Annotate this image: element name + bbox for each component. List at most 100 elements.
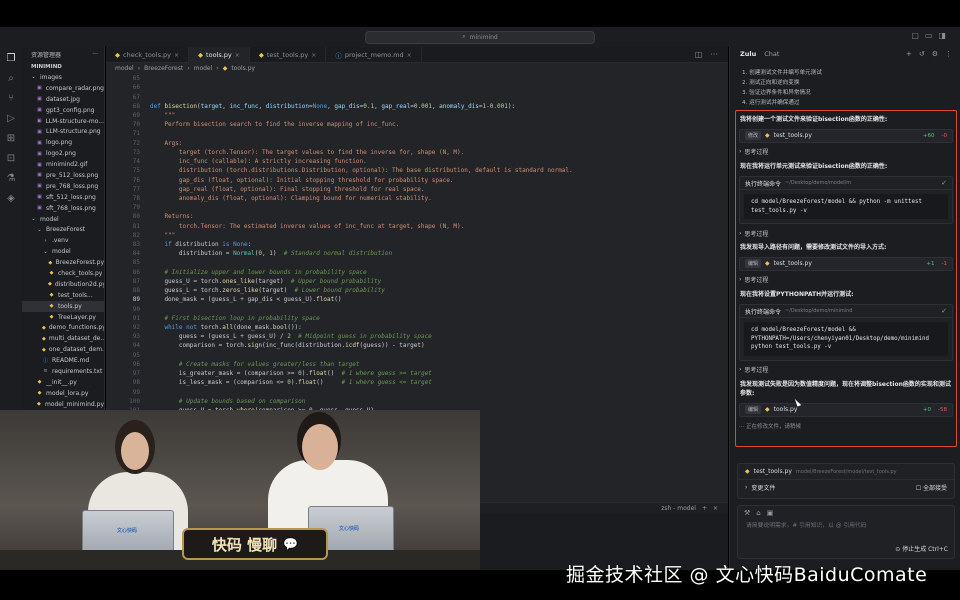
code-line[interactable]: 88 guess_L = torch.zeros_like(target) # …: [106, 286, 728, 295]
file-item[interactable]: ◆ model_lora.py: [22, 388, 104, 399]
tab-project-memo-md[interactable]: ⓘ project_memo.md ×: [326, 47, 422, 63]
code-line[interactable]: 69 """: [106, 111, 728, 120]
code-line[interactable]: 83 if distribution is None:: [106, 240, 728, 249]
file-item[interactable]: ▣ LLM-structure-mo...: [22, 116, 104, 127]
code-line[interactable]: 77 gap_real (float, optional): Final sto…: [106, 185, 728, 194]
file-item[interactable]: ≡ requirements.txt: [22, 366, 104, 377]
run-debug-icon[interactable]: ▷: [7, 113, 15, 124]
code-line[interactable]: 89 done_mask = (guess_L + gap_dis < gues…: [106, 295, 728, 304]
file-item[interactable]: ⓘ README.md: [22, 355, 104, 366]
code-line[interactable]: 76 gap_dis (float, optional): Initial st…: [106, 175, 728, 184]
code-line[interactable]: 94 comparison = torch.sign(inc_func(dist…: [106, 341, 728, 350]
file-item[interactable]: ◆ distribution2d.py: [22, 279, 104, 290]
source-control-icon[interactable]: ⑂: [8, 93, 14, 104]
file-item[interactable]: ▣ sft_512_loss.png: [22, 192, 104, 203]
code-line[interactable]: 100 # Update bounds based on comparison: [106, 397, 728, 406]
code-line[interactable]: 68 def bisection(target, inc_func, distri…: [106, 102, 728, 111]
stop-generation-button[interactable]: ⊙ 停止生成 Ctrl+C: [895, 544, 948, 553]
code-line[interactable]: 66: [106, 83, 728, 92]
close-tab-icon[interactable]: ×: [311, 52, 316, 59]
command-search-box[interactable]: ⌕ minimind: [365, 30, 595, 44]
code-line[interactable]: 72 Args:: [106, 139, 728, 148]
file-item[interactable]: ▣ compare_radar.png: [22, 83, 104, 94]
breadcrumb-item[interactable]: BreezeForest: [144, 65, 183, 72]
code-line[interactable]: 78 anomaly_dis (float, optional): Clampi…: [106, 194, 728, 203]
code-line[interactable]: 99: [106, 387, 728, 396]
breadcrumb-item[interactable]: model: [115, 65, 134, 72]
thinking-toggle[interactable]: › 思考过程: [739, 364, 953, 376]
folder-item[interactable]: ⌄ model: [22, 246, 104, 257]
code-line[interactable]: 91 # First bisection loop in probability…: [106, 314, 728, 323]
toggle-secondary-sidebar-icon[interactable]: ◨: [938, 31, 946, 40]
tab-tools-py[interactable]: ◆ tools.py ×: [189, 47, 250, 63]
file-item[interactable]: ◆ one_dataset_dem...: [22, 344, 104, 355]
code-line[interactable]: 67: [106, 92, 728, 101]
code-line[interactable]: 81 torch.Tensor: The estimated inverse v…: [106, 222, 728, 231]
code-line[interactable]: 82 """: [106, 231, 728, 240]
close-tab-icon[interactable]: ×: [174, 52, 179, 59]
code-line[interactable]: 84 distribution = Normal(0, 1) # Standar…: [106, 249, 728, 258]
file-item[interactable]: ▣ gpt3_config.png: [22, 105, 104, 116]
comate-icon[interactable]: ◈: [7, 193, 15, 204]
folder-item[interactable]: ⌄ model: [22, 214, 104, 225]
file-item[interactable]: ◆ model_minimind.py: [22, 399, 104, 410]
chat-input-box[interactable]: ⚒ ⌂ ▣ 请简要说明需求，# 引用知识，以 @ 引用代码 ⊙ 停止生成 Ctr…: [737, 505, 955, 559]
code-line[interactable]: 93 guess = (guess_L + guess_U) / 2 # Mid…: [106, 332, 728, 341]
file-item[interactable]: ▣ dataset.jpg: [22, 94, 104, 105]
more-icon[interactable]: ⋮: [945, 50, 952, 58]
file-item[interactable]: ▣ minimind2.gif: [22, 159, 104, 170]
accept-all-button[interactable]: ☐ 全部接受: [916, 483, 947, 492]
code-line[interactable]: 97 is_greater_mask = (comparison >= 0).f…: [106, 369, 728, 378]
more-icon[interactable]: ···: [710, 50, 718, 59]
toggle-panel-icon[interactable]: ▭: [925, 31, 933, 40]
split-editor-icon[interactable]: ◫: [695, 50, 703, 59]
history-icon[interactable]: ↺: [919, 50, 925, 58]
terminal-shell-label[interactable]: zsh - model: [661, 505, 696, 512]
file-item[interactable]: ▣ pre_512_loss.png: [22, 170, 104, 181]
new-chat-icon[interactable]: +: [906, 50, 912, 58]
file-item[interactable]: ◆ demo_functions.py: [22, 322, 104, 333]
tab-test-tools-py[interactable]: ◆ test_tools.py ×: [250, 47, 327, 63]
code-line[interactable]: 96 # Create masks for values greater/les…: [106, 360, 728, 369]
tab-chat[interactable]: Chat: [764, 50, 779, 58]
file-item[interactable]: ◆ BreezeForest.py: [22, 257, 104, 268]
file-item[interactable]: ◆ multi_dataset_de...: [22, 333, 104, 344]
code-line[interactable]: 70 Perform bisection search to find the …: [106, 120, 728, 129]
testing-icon[interactable]: ⚗: [7, 173, 16, 184]
code-line[interactable]: 74 inc_func (callable): A strictly incre…: [106, 157, 728, 166]
code-line[interactable]: 79: [106, 203, 728, 212]
code-line[interactable]: 90: [106, 304, 728, 313]
folder-item[interactable]: › .venv: [22, 235, 104, 246]
close-tab-icon[interactable]: ×: [235, 52, 240, 59]
search-view-icon[interactable]: ⌕: [8, 73, 14, 84]
close-tab-icon[interactable]: ×: [407, 52, 412, 59]
folder-item[interactable]: ⌄ images: [22, 72, 104, 83]
file-item[interactable]: ▣ LLM-structure.png: [22, 126, 104, 137]
code-line[interactable]: 75 distribution (torch.distributions.Dis…: [106, 166, 728, 175]
explorer-icon[interactable]: ❐: [7, 53, 16, 64]
file-change-card[interactable]: 修改 ◆ test_tools.py +60 -0: [739, 128, 953, 143]
code-line[interactable]: 95: [106, 351, 728, 360]
code-line[interactable]: 86 # Initialize upper and lower bounds i…: [106, 268, 728, 277]
file-item[interactable]: ◆ tools.py: [22, 300, 104, 312]
code-line[interactable]: 92 while not torch.all(done_mask.bool())…: [106, 323, 728, 332]
file-item[interactable]: ▣ logo.png: [22, 137, 104, 148]
breadcrumb-item[interactable]: model: [194, 65, 213, 72]
code-line[interactable]: 85: [106, 258, 728, 267]
code-line[interactable]: 71: [106, 129, 728, 138]
wrench-icon[interactable]: ⚒: [744, 509, 750, 517]
code-line[interactable]: 98 is_less_mask = (comparison <= 0).floa…: [106, 378, 728, 387]
code-line[interactable]: 80 Returns:: [106, 212, 728, 221]
file-item[interactable]: ◆ test_tools...: [22, 290, 104, 301]
breadcrumb-item[interactable]: tools.py: [231, 65, 255, 72]
add-terminal-icon[interactable]: +: [702, 505, 707, 512]
tab-check-tools-py[interactable]: ◆ check_tools.py ×: [106, 47, 190, 63]
code-line[interactable]: 65: [106, 74, 728, 83]
changed-file-row[interactable]: ◆ test_tools.py model/BreezeForest/model…: [738, 464, 954, 479]
tab-zulu[interactable]: Zulu: [740, 50, 756, 58]
image-icon[interactable]: ▣: [767, 509, 774, 517]
file-item[interactable]: ▣ pre_768_loss.png: [22, 181, 104, 192]
thinking-toggle[interactable]: › 思考过程: [739, 274, 953, 286]
extensions-icon[interactable]: ⊞: [7, 133, 15, 144]
more-actions-icon[interactable]: ···: [92, 51, 98, 58]
